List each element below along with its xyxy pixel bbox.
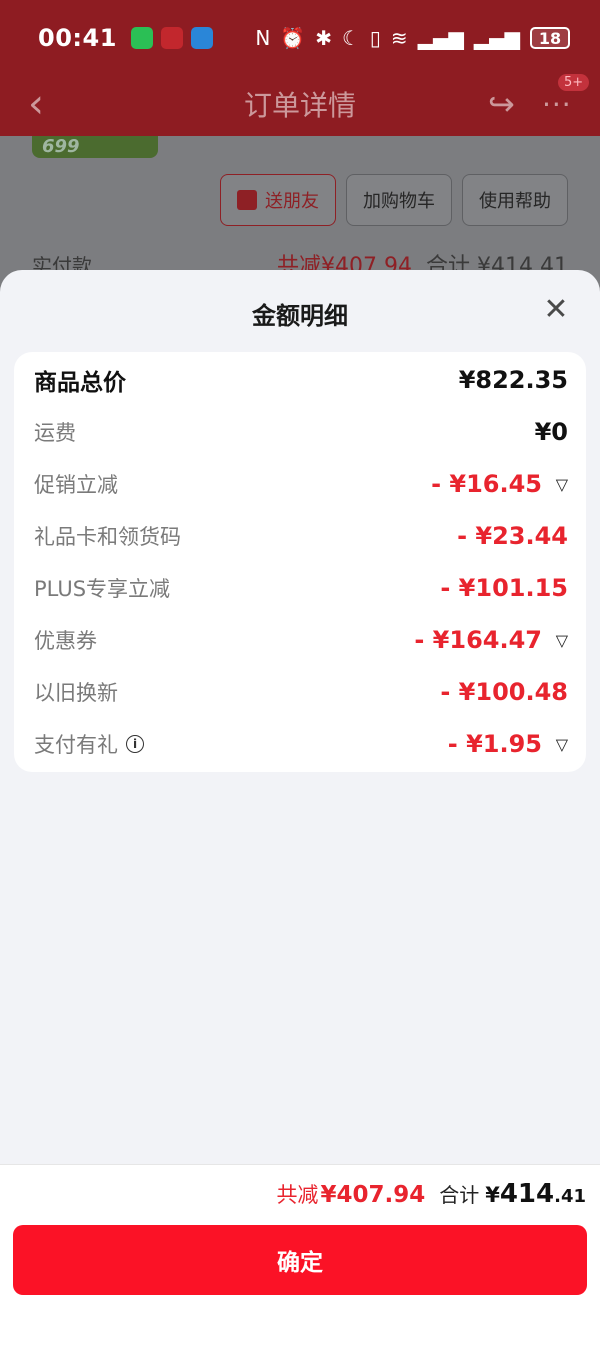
amount-detail-card: 商品总价 ¥822.35 运费 ¥0 促销立减 - ¥16.45 ▽ 礼品卡和领… xyxy=(14,352,586,772)
message-badge: 5+ xyxy=(558,74,590,91)
chevron-down-icon[interactable]: ▽ xyxy=(542,475,568,494)
sheet-title: 金额明细 xyxy=(252,302,348,330)
status-time: 00:41 xyxy=(38,24,117,52)
status-app-icons xyxy=(130,27,213,49)
row-value: ¥822.35 xyxy=(458,366,568,394)
add-to-cart-button[interactable]: 加购物车 xyxy=(346,174,452,226)
total-deduct-value: ¥407.94 xyxy=(320,1182,426,1208)
row-plus-discount: PLUS专享立减 - ¥101.15 xyxy=(34,568,568,608)
help-button[interactable]: 使用帮助 xyxy=(462,174,568,226)
bluetooth-icon: ✱ xyxy=(315,26,332,50)
row-label: 运费 xyxy=(34,421,76,445)
alarm-icon: ⏰ xyxy=(280,26,306,50)
row-value: - ¥23.44 xyxy=(457,522,568,550)
row-label: 支付有礼 xyxy=(34,733,118,757)
moon-icon: ☾ xyxy=(341,26,360,50)
wechat-icon xyxy=(130,27,153,49)
nfc-icon: N xyxy=(255,26,271,50)
nav-bar: ‹ 订单详情 ↪ ··· 5+ xyxy=(0,74,600,132)
row-shipping: 运费 ¥0 xyxy=(34,412,568,452)
gift-friend-button[interactable]: 送朋友 xyxy=(220,174,336,226)
back-icon[interactable]: ‹ xyxy=(28,84,44,124)
row-value: - ¥101.15 xyxy=(440,574,568,602)
share-icon[interactable]: ↪ xyxy=(488,85,515,123)
row-value: ¥0 xyxy=(534,418,568,446)
order-actions: 送朋友 加购物车 使用帮助 xyxy=(220,174,568,226)
more-icon[interactable]: ··· xyxy=(542,88,572,121)
total-integer: 414 xyxy=(499,1179,555,1209)
row-coupon[interactable]: 优惠券 - ¥164.47 ▽ xyxy=(34,620,568,660)
status-indicators: N ⏰ ✱ ☾ ▯ ≋ ▂▄▆ ▂▄▆ 18 xyxy=(255,26,570,50)
signal-icon: ▂▄▆ xyxy=(473,26,520,50)
promo-tag: 699 xyxy=(32,136,158,158)
row-value: - ¥164.47 xyxy=(414,626,542,654)
app-icon xyxy=(190,27,213,49)
gift-icon xyxy=(237,190,257,210)
row-value: - ¥1.95 xyxy=(447,730,542,758)
chevron-down-icon[interactable]: ▽ xyxy=(542,631,568,650)
total-currency: ¥ xyxy=(485,1183,500,1207)
row-label: PLUS专享立减 xyxy=(34,577,171,601)
row-label: 商品总价 xyxy=(34,370,126,396)
footer-bar: 共减 ¥407.94 合计 ¥ 414 .41 确定 xyxy=(0,1164,600,1354)
vibrate-icon: ▯ xyxy=(369,26,381,50)
row-gift-card: 礼品卡和领货码 - ¥23.44 xyxy=(34,516,568,556)
row-value: - ¥100.48 xyxy=(440,678,568,706)
row-value: - ¥16.45 xyxy=(431,470,542,498)
chevron-down-icon[interactable]: ▽ xyxy=(542,735,568,754)
total-label: 合计 xyxy=(439,1183,480,1207)
battery-icon: 18 xyxy=(530,27,570,49)
wifi-icon: ≋ xyxy=(390,26,408,50)
row-label: 促销立减 xyxy=(34,473,118,497)
total-decimal: .41 xyxy=(554,1186,586,1207)
close-icon[interactable]: ✕ xyxy=(538,292,574,328)
confirm-button[interactable]: 确定 xyxy=(13,1225,587,1295)
row-label: 以旧换新 xyxy=(34,681,118,705)
row-payment-gift[interactable]: 支付有礼 i - ¥1.95 ▽ xyxy=(34,724,568,764)
row-promotion[interactable]: 促销立减 - ¥16.45 ▽ xyxy=(34,464,568,504)
page-header: 00:41 N ⏰ ✱ ☾ ▯ ≋ ▂▄▆ ▂▄▆ 18 ‹ 订单详情 ↪ ··… xyxy=(0,0,600,136)
amount-summary: 共减 ¥407.94 合计 ¥ 414 .41 xyxy=(276,1179,586,1209)
info-icon[interactable]: i xyxy=(126,735,144,753)
row-label: 优惠券 xyxy=(34,629,97,653)
page-title: 订单详情 xyxy=(243,89,356,122)
signal-icon: ▂▄▆ xyxy=(417,26,464,50)
row-goods-total: 商品总价 ¥822.35 xyxy=(34,360,568,400)
status-bar: 00:41 N ⏰ ✱ ☾ ▯ ≋ ▂▄▆ ▂▄▆ 18 xyxy=(0,0,600,76)
row-trade-in: 以旧换新 - ¥100.48 xyxy=(34,672,568,712)
row-label: 礼品卡和领货码 xyxy=(34,525,181,549)
total-deduct-label: 共减 xyxy=(276,1183,319,1207)
app-icon xyxy=(160,27,183,49)
gift-friend-label: 送朋友 xyxy=(265,191,319,212)
